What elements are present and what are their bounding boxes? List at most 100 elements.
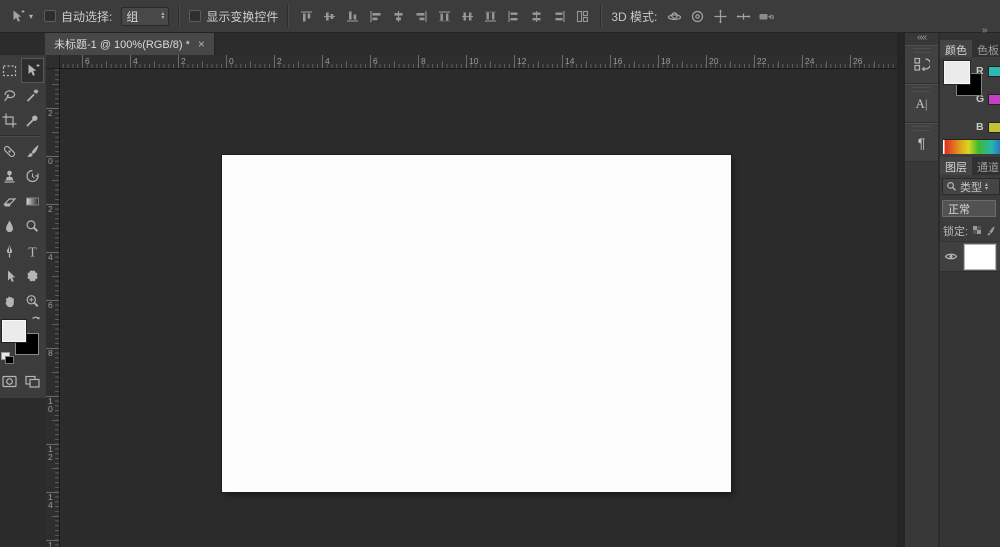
zoom-tool[interactable] <box>21 289 44 314</box>
photoshop-window: ▾ 自动选择: 组 ▴▾ 显示变换控件 3D 模式: » 未标题-1 @ 100… <box>0 0 1000 547</box>
panel-divider[interactable] <box>897 33 905 547</box>
channel-slider[interactable] <box>988 94 1000 105</box>
layer-visibility-eye-icon[interactable] <box>944 251 958 263</box>
layers-panel-tab[interactable]: 图层 <box>940 157 972 175</box>
ruler-number: 2 <box>48 109 55 117</box>
path-select-tool[interactable] <box>0 264 21 289</box>
character-panel-button[interactable]: A| <box>905 84 938 123</box>
healing-brush-tool[interactable] <box>0 139 21 164</box>
align-hcenter-button[interactable] <box>390 8 407 25</box>
gradient-tool[interactable] <box>21 189 44 214</box>
auto-align-button[interactable] <box>574 8 591 25</box>
ruler-number: 14 <box>48 493 55 509</box>
align-left-button[interactable] <box>367 8 384 25</box>
document-tab[interactable]: 未标题-1 @ 100%(RGB/8) * × <box>45 33 215 55</box>
ruler-number: 10 <box>469 56 478 66</box>
history-panel-button[interactable] <box>905 45 938 84</box>
dist-bottom-button[interactable] <box>482 8 499 25</box>
screen-mode-button[interactable] <box>21 370 44 392</box>
3d-pan-button[interactable] <box>712 8 729 25</box>
magic-wand-tool[interactable] <box>21 83 44 108</box>
clone-stamp-tool[interactable] <box>0 164 21 189</box>
vertical-ruler[interactable]: 420246810121416 <box>46 69 60 547</box>
expand-dock-icon[interactable]: «« <box>905 33 938 45</box>
layers-empty-area <box>940 272 1000 547</box>
updown-caret-icon: ▴▾ <box>161 12 164 20</box>
horizontal-ruler[interactable]: 64202468101214161820222426 <box>60 55 897 69</box>
history-brush-tool[interactable] <box>21 164 44 189</box>
show-transform-label: 显示变换控件 <box>206 8 278 25</box>
panels-column: 颜色色板 RGB 图层通道 类型 ▴▾ 正常 <box>940 33 1000 547</box>
hand-tool[interactable] <box>0 289 21 314</box>
move-tool[interactable] <box>21 58 44 83</box>
dist-right-button[interactable] <box>551 8 568 25</box>
panel-foreground-swatch[interactable] <box>944 61 970 84</box>
document-tab-bar: 未标题-1 @ 100%(RGB/8) * × <box>0 33 1000 55</box>
dist-top-button[interactable] <box>436 8 453 25</box>
lock-pixels-icon[interactable] <box>987 225 996 236</box>
color-swatches <box>0 318 46 368</box>
blur-tool[interactable] <box>0 214 21 239</box>
layers-panel-tab[interactable]: 通道 <box>972 157 1000 175</box>
pen-tool[interactable] <box>0 239 21 264</box>
layer-filter-dropdown[interactable]: 类型 ▴▾ <box>942 178 1000 195</box>
quick-mask-button[interactable] <box>0 370 21 392</box>
3d-camera-button[interactable] <box>758 8 775 25</box>
ruler-number: 14 <box>565 56 574 66</box>
paragraph-panel-button[interactable]: ¶ <box>905 123 938 162</box>
ruler-number: 2 <box>277 56 282 66</box>
separator <box>600 5 602 27</box>
auto-select-mode-dropdown[interactable]: 组 ▴▾ <box>121 7 169 26</box>
ruler-number: 8 <box>421 56 426 66</box>
color-panel-tab[interactable]: 色板 <box>972 40 1000 57</box>
blend-mode-value: 正常 <box>948 201 970 217</box>
ruler-number: 12 <box>517 56 526 66</box>
custom-shape-tool[interactable] <box>21 264 44 289</box>
align-tools-group <box>298 8 591 25</box>
dodge-tool[interactable] <box>21 214 44 239</box>
3d-roll-button[interactable] <box>689 8 706 25</box>
ruler-number: 8 <box>48 349 55 357</box>
dist-vcenter-button[interactable] <box>459 8 476 25</box>
color-panel-tab[interactable]: 颜色 <box>940 40 972 57</box>
dist-hcenter-button[interactable] <box>528 8 545 25</box>
auto-select-checkbox[interactable] <box>44 10 56 22</box>
eraser-tool[interactable] <box>0 189 21 214</box>
color-panel: 颜色色板 RGB <box>940 40 1000 157</box>
blend-mode-dropdown[interactable]: 正常 <box>942 200 996 217</box>
eyedropper-tool[interactable] <box>21 108 44 133</box>
close-tab-icon[interactable]: × <box>198 38 205 50</box>
move-tool-preset[interactable]: ▾ <box>7 7 35 26</box>
align-top-button[interactable] <box>298 8 315 25</box>
ruler-number: 12 <box>48 445 55 461</box>
canvas[interactable] <box>222 155 731 492</box>
ruler-number: 16 <box>613 56 622 66</box>
channel-slider[interactable] <box>988 66 1000 77</box>
crop-tool[interactable] <box>0 108 21 133</box>
tool-divider <box>0 133 44 139</box>
tools-panel: T <box>0 55 46 398</box>
lasso-tool[interactable] <box>0 83 21 108</box>
align-right-button[interactable] <box>413 8 430 25</box>
layer-thumbnail[interactable] <box>964 244 996 270</box>
channel-slider[interactable] <box>988 122 1000 133</box>
lock-transparency-icon[interactable] <box>972 225 983 236</box>
ruler-number: 2 <box>48 205 55 213</box>
document-tab-title: 未标题-1 @ 100%(RGB/8) * <box>54 36 190 52</box>
3d-orbit-button[interactable] <box>666 8 683 25</box>
layer-item[interactable] <box>940 241 1000 272</box>
layer-filter-label: 类型 <box>960 179 982 195</box>
align-vcenter-button[interactable] <box>321 8 338 25</box>
type-tool[interactable]: T <box>21 239 44 264</box>
brush-tool[interactable] <box>21 139 44 164</box>
rect-marquee-tool[interactable] <box>0 58 21 83</box>
default-colors-icon[interactable] <box>1 352 12 362</box>
color-spectrum-ramp[interactable] <box>943 139 1000 154</box>
search-icon <box>946 181 957 192</box>
3d-slide-button[interactable] <box>735 8 752 25</box>
align-bottom-button[interactable] <box>344 8 361 25</box>
swap-colors-icon[interactable] <box>29 316 42 327</box>
dist-left-button[interactable] <box>505 8 522 25</box>
foreground-color-swatch[interactable] <box>2 320 26 342</box>
show-transform-checkbox[interactable] <box>189 10 201 22</box>
